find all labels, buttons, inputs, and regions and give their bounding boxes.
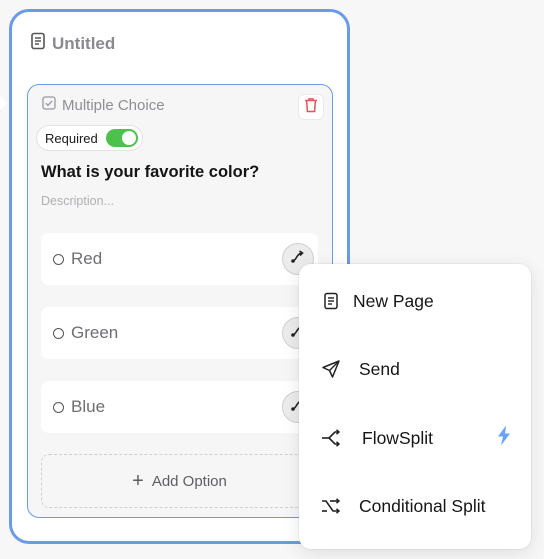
required-toggle[interactable]: [105, 129, 138, 147]
connector-handle[interactable]: [0, 96, 7, 110]
page-header: Untitled: [30, 32, 115, 55]
menu-item-send[interactable]: Send: [299, 343, 531, 395]
menu-item-flowsplit[interactable]: FlowSplit: [299, 412, 531, 464]
option-item[interactable]: Blue: [41, 381, 318, 433]
document-icon: [30, 32, 46, 55]
toggle-knob: [121, 131, 136, 145]
question-card[interactable]: Multiple Choice Required What is your fa…: [27, 84, 333, 518]
question-text[interactable]: What is your favorite color?: [41, 163, 259, 182]
send-icon: [321, 359, 341, 379]
question-type: Multiple Choice: [42, 96, 165, 115]
delete-button[interactable]: [298, 94, 324, 120]
option-label[interactable]: Blue: [71, 397, 105, 417]
required-label: Required: [45, 130, 98, 146]
option-item[interactable]: Red: [41, 233, 318, 285]
conditional-split-icon: [321, 496, 341, 516]
required-toggle-group[interactable]: Required: [36, 125, 143, 151]
flow-menu: New Page Send FlowSplit Conditional Spli…: [299, 264, 531, 549]
menu-item-label: Send: [359, 358, 400, 379]
page-title[interactable]: Untitled: [52, 34, 115, 54]
checkbox-icon: [42, 96, 56, 115]
radio-icon: [53, 327, 64, 339]
plus-icon: +: [132, 470, 144, 492]
option-item[interactable]: Green: [41, 307, 318, 359]
radio-icon: [53, 253, 64, 265]
document-icon: [321, 291, 341, 311]
menu-item-label: New Page: [353, 290, 434, 311]
menu-item-label: FlowSplit: [362, 427, 433, 448]
radio-icon: [53, 401, 64, 413]
menu-item-label: Conditional Split: [359, 495, 486, 516]
question-type-label: Multiple Choice: [62, 97, 165, 114]
add-option-label: Add Option: [151, 472, 227, 490]
trash-icon: [304, 97, 318, 118]
menu-item-new-page[interactable]: New Page: [299, 275, 531, 327]
lightning-icon: [497, 425, 511, 451]
menu-item-conditional-split[interactable]: Conditional Split: [299, 480, 531, 532]
option-label[interactable]: Red: [71, 249, 102, 269]
description-field[interactable]: Description...: [41, 194, 114, 208]
split-icon: [321, 428, 341, 448]
add-option-button[interactable]: + Add Option: [41, 454, 318, 508]
option-label[interactable]: Green: [71, 323, 118, 343]
